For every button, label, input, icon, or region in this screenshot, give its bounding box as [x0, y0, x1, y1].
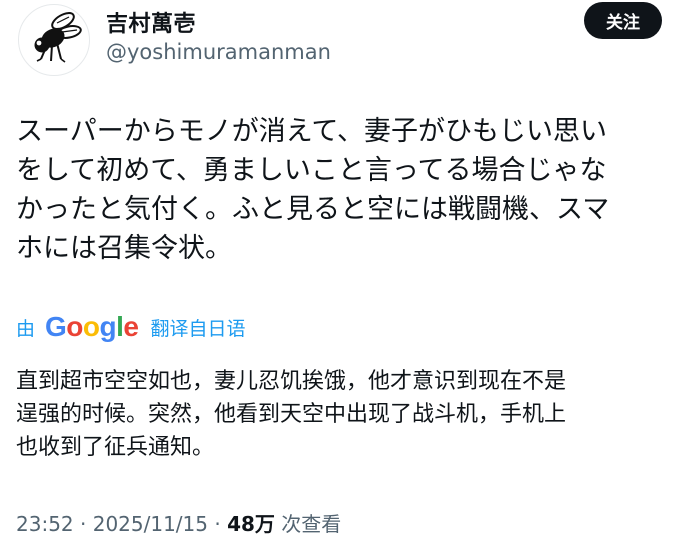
tweet-line: ホには召集令状。	[16, 233, 232, 264]
tweet-text: スーパーからモノが消えて、妻子がひもじい思い をして初めて、勇ましいこと言ってる…	[16, 112, 676, 268]
translated-line: 也收到了征兵通知。	[16, 435, 215, 460]
google-logo: Google	[45, 311, 139, 342]
meta-separator: ·	[80, 512, 87, 536]
translate-from-label[interactable]: 翻译自日语	[150, 314, 245, 341]
translated-line: 逞强的时候。突然，他看到天空中出现了战斗机，手机上	[16, 402, 567, 427]
tweet-line: かったと気付く。ふと見ると空には戦闘機、スマ	[16, 194, 610, 225]
user-handle[interactable]: @yoshimuramanman	[106, 40, 331, 64]
follow-button[interactable]: 关注	[584, 2, 662, 39]
tweet-line: をして初めて、勇ましいこと言ってる場合じゃな	[16, 155, 607, 186]
tweet-meta: 23:52 · 2025/11/15 · 48万 次查看	[16, 508, 341, 537]
views-count[interactable]: 48万	[227, 512, 275, 536]
translation-attribution[interactable]: 由 Google 翻译自日语	[16, 310, 246, 344]
fly-icon	[34, 12, 82, 63]
views-label: 次查看	[281, 512, 342, 536]
tweet-line: スーパーからモノが消えて、妻子がひもじい思い	[16, 116, 608, 147]
meta-separator: ·	[214, 512, 221, 536]
tweet-time[interactable]: 23:52	[16, 512, 74, 536]
tweet-date[interactable]: 2025/11/15	[93, 512, 208, 536]
translated-text: 直到超市空空如也，妻儿忍饥挨饿，他才意识到现在不是 逞强的时候。突然，他看到天空…	[16, 365, 676, 464]
avatar[interactable]	[18, 4, 90, 76]
display-name[interactable]: 吉村萬壱	[106, 6, 196, 38]
translate-by-label: 由	[16, 317, 36, 340]
translated-line: 直到超市空空如也，妻儿忍饥挨饿，他才意识到现在不是	[16, 369, 567, 394]
